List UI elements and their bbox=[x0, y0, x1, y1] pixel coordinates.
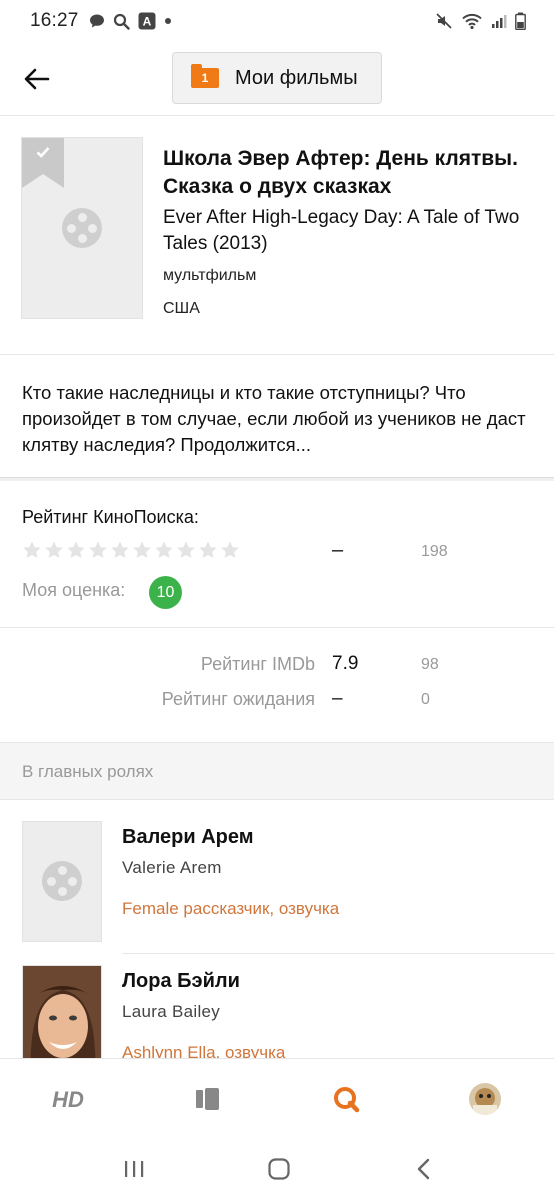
recents-button[interactable] bbox=[114, 1154, 154, 1184]
signal-icon bbox=[492, 15, 507, 28]
bottom-nav: HD bbox=[0, 1058, 554, 1138]
film-reel-icon bbox=[62, 208, 102, 248]
star-icon[interactable] bbox=[198, 540, 218, 560]
dot-icon bbox=[164, 18, 171, 24]
cast-photo-placeholder bbox=[22, 821, 102, 942]
other-ratings-block: Рейтинг IMDb 7.9 98 Рейтинг ожидания – 0 bbox=[0, 628, 554, 743]
check-icon bbox=[36, 147, 50, 158]
film-title: Школа Эвер Афтер: День клятвы. Сказка о … bbox=[163, 147, 518, 198]
home-button[interactable] bbox=[259, 1154, 299, 1184]
nav-library[interactable] bbox=[188, 1081, 228, 1117]
system-nav bbox=[0, 1138, 554, 1200]
kinopoisk-rating-label: Рейтинг КиноПоиска: bbox=[22, 507, 199, 527]
my-movies-button[interactable]: 1 Мои фильмы bbox=[172, 52, 382, 104]
nav-hd[interactable]: HD bbox=[48, 1081, 88, 1117]
star-icon[interactable] bbox=[22, 540, 42, 560]
cast-original-name: Valerie Arem bbox=[122, 858, 222, 877]
star-icon[interactable] bbox=[110, 540, 130, 560]
await-rating-label: Рейтинг ожидания bbox=[161, 689, 315, 709]
cast-list: Валери Арем Valerie Arem Female рассказч… bbox=[0, 800, 554, 1058]
status-right-icons bbox=[435, 12, 526, 30]
nav-search[interactable] bbox=[326, 1081, 366, 1117]
battery-icon bbox=[515, 12, 526, 30]
kinopoisk-votes: 198 bbox=[421, 543, 448, 560]
cast-section-header: В главных ролях bbox=[0, 743, 554, 800]
await-votes: 0 bbox=[421, 691, 430, 708]
rating-stars[interactable] bbox=[22, 540, 240, 560]
wifi-icon bbox=[462, 13, 482, 30]
library-icon bbox=[196, 1088, 219, 1110]
search-q-icon bbox=[334, 1087, 360, 1113]
arrow-left-icon bbox=[24, 68, 50, 90]
star-icon[interactable] bbox=[176, 540, 196, 560]
back-chevron-icon bbox=[417, 1158, 430, 1180]
nav-profile[interactable] bbox=[465, 1081, 505, 1117]
status-left-icons: A bbox=[89, 12, 172, 30]
film-info: Школа Эвер Афтер: День клятвы. Сказка о … bbox=[0, 117, 554, 355]
status-time: 16:27 bbox=[30, 10, 79, 31]
svg-text:HD: HD bbox=[52, 1087, 84, 1112]
my-rating-badge[interactable]: 10 bbox=[149, 576, 182, 609]
cast-section-title: В главных ролях bbox=[22, 762, 154, 781]
film-genre: мультфильм bbox=[163, 267, 257, 284]
cast-role: Female рассказчик, озвучка bbox=[122, 899, 340, 918]
cast-item[interactable]: Валери Арем Valerie Arem Female рассказч… bbox=[0, 800, 554, 954]
kinopoisk-rating-block: Рейтинг КиноПоиска: – 198 Моя оценка: 10 bbox=[0, 481, 554, 628]
kinopoisk-rating-value: – bbox=[332, 539, 344, 561]
profile-avatar bbox=[469, 1083, 501, 1115]
my-movies-count: 1 bbox=[201, 71, 209, 85]
imdb-rating-row: Рейтинг IMDb 7.9 98 bbox=[0, 653, 554, 684]
my-rating-label: Моя оценка: bbox=[22, 580, 126, 600]
chat-bubble-icon bbox=[89, 14, 104, 28]
film-country: США bbox=[163, 300, 200, 317]
cast-original-name: Laura Bailey bbox=[122, 1002, 221, 1021]
recents-icon bbox=[125, 1161, 144, 1177]
imdb-rating-label: Рейтинг IMDb bbox=[200, 654, 315, 674]
star-icon[interactable] bbox=[44, 540, 64, 560]
cast-photo bbox=[22, 965, 102, 1058]
description-block[interactable]: Кто такие наследницы и кто такие отступн… bbox=[0, 356, 554, 478]
my-movies-label: Мои фильмы bbox=[235, 66, 358, 89]
mute-icon bbox=[436, 13, 452, 29]
film-original-title: Ever After High-Legacy Day: A Tale of Tw… bbox=[163, 207, 520, 254]
await-rating-row: Рейтинг ожидания – 0 bbox=[0, 688, 554, 719]
film-description: Кто такие наследницы и кто такие отступн… bbox=[22, 382, 526, 455]
cast-name: Валери Арем bbox=[122, 826, 254, 848]
cast-role: Ashlynn Ella, озвучка bbox=[122, 1043, 286, 1058]
person-photo bbox=[23, 966, 101, 1058]
cast-item[interactable]: Лора Бэйли Laura Bailey Ashlynn Ella, оз… bbox=[0, 944, 554, 1058]
back-button[interactable] bbox=[14, 58, 60, 100]
folder-icon: 1 bbox=[191, 64, 219, 88]
star-icon[interactable] bbox=[66, 540, 86, 560]
film-poster[interactable] bbox=[21, 137, 143, 319]
film-reel-icon bbox=[42, 861, 82, 901]
svg-text:A: A bbox=[142, 15, 151, 29]
status-bar: 16:27 A bbox=[0, 0, 554, 42]
cast-name: Лора Бэйли bbox=[122, 970, 240, 992]
await-rating-value: – bbox=[332, 688, 343, 709]
star-icon[interactable] bbox=[220, 540, 240, 560]
star-icon[interactable] bbox=[154, 540, 174, 560]
star-icon[interactable] bbox=[88, 540, 108, 560]
hd-icon: HD bbox=[52, 1087, 84, 1112]
imdb-votes: 98 bbox=[421, 656, 439, 673]
star-icon[interactable] bbox=[132, 540, 152, 560]
imdb-rating-value: 7.9 bbox=[332, 653, 359, 674]
search-icon bbox=[113, 13, 130, 30]
bookmark-ribbon[interactable] bbox=[22, 138, 64, 188]
app-header: 1 Мои фильмы bbox=[0, 42, 554, 116]
translate-app-icon: A bbox=[138, 12, 156, 30]
back-system-button[interactable] bbox=[404, 1154, 444, 1184]
home-icon bbox=[268, 1158, 290, 1180]
